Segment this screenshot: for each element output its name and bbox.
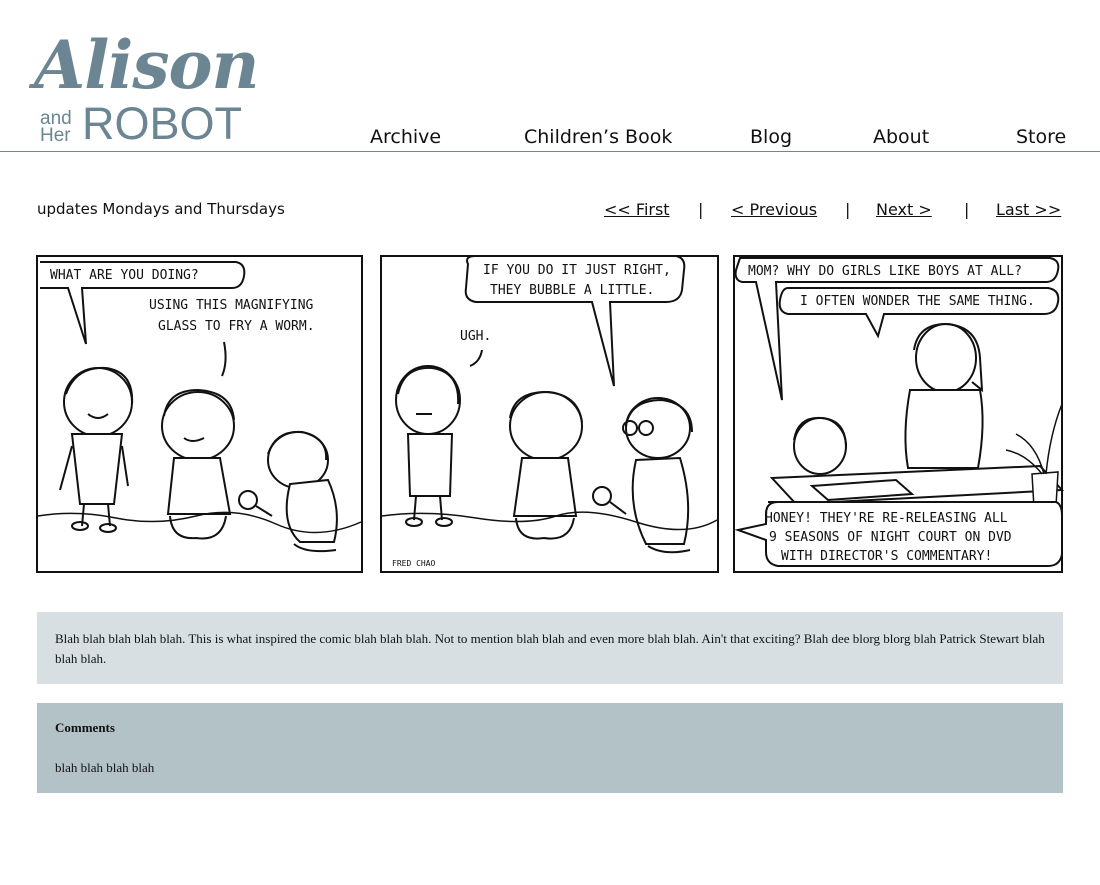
girl-figure [395,365,461,527]
girl-figure [793,416,847,475]
girl-figure [59,366,134,533]
panel-2-balloon-1-line-1: IF YOU DO IT JUST RIGHT, [483,263,671,278]
nav-store[interactable]: Store [1016,126,1066,148]
logo-script-title: Alison [34,26,260,104]
panel-3-balloon-3-line-2: 9 SEASONS OF NIGHT COURT ON DVD [769,530,1012,545]
comments-section: Comments blah blah blah blah [37,703,1063,793]
nav-childrens-book[interactable]: Children’s Book [524,126,672,148]
nav-archive[interactable]: Archive [370,126,441,148]
panel-2-balloon-1-line-2: THEY BUBBLE A LITTLE. [490,283,654,298]
pager-first-link[interactable]: << First [604,200,670,219]
panel-1-balloon-1-text: WHAT ARE YOU DOING? [50,268,199,283]
panel-3-balloon-3-line-3: WITH DIRECTOR'S COMMENTARY! [781,549,992,564]
panel-2-balloon-2-text: UGH. [460,329,491,344]
panel-2-content: IF YOU DO IT JUST RIGHT, THEY BUBBLE A L… [381,255,718,568]
panel-3-balloon-1-text: MOM? WHY DO GIRLS LIKE BOYS AT ALL? [748,264,1022,279]
header-divider [0,151,1100,152]
comic-strip: WHAT ARE YOU DOING? USING THIS MAGNIFYIN… [36,254,1064,574]
speech-tail [221,341,227,377]
panel-1-balloon-2-line-2: GLASS TO FRY A WORM. [158,319,315,334]
pager-separator: | [698,200,704,219]
commentary-text: Blah blah blah blah blah. This is what i… [55,631,1045,666]
comments-heading: Comments [55,720,115,735]
boy-with-magnifier-figure [238,430,338,553]
speech-tail [469,349,483,367]
panel-1-content: WHAT ARE YOU DOING? USING THIS MAGNIFYIN… [37,261,362,553]
nav-blog[interactable]: Blog [750,126,792,148]
mom-figure [904,322,984,469]
update-schedule: updates Mondays and Thursdays [37,200,285,218]
speech-balloon [734,257,1060,401]
comment-text: blah blah blah blah [55,760,155,775]
panel-3-balloon-2-text: I OFTEN WONDER THE SAME THING. [800,294,1035,309]
pager-next-link[interactable]: Next > [876,200,932,219]
panel-3-content: MOM? WHY DO GIRLS LIKE BOYS AT ALL? I OF… [734,257,1064,567]
nav-about[interactable]: About [873,126,929,148]
panel-1-balloon-2-line-1: USING THIS MAGNIFYING [149,298,314,313]
pager-separator: | [964,200,970,219]
comic-strip-art: WHAT ARE YOU DOING? USING THIS MAGNIFYIN… [36,255,1064,573]
boy-figure [509,390,583,540]
main-nav: Archive Children’s Book Blog About Store [0,126,1100,150]
pager-separator: | [845,200,851,219]
panel-3-balloon-3-line-1: HONEY! THEY'RE RE-RELEASING ALL [765,511,1008,526]
pager-previous-link[interactable]: < Previous [731,200,817,219]
artist-signature: FRED CHAO [392,559,436,568]
comic-commentary: Blah blah blah blah blah. This is what i… [37,612,1063,684]
pager-last-link[interactable]: Last >> [996,200,1061,219]
